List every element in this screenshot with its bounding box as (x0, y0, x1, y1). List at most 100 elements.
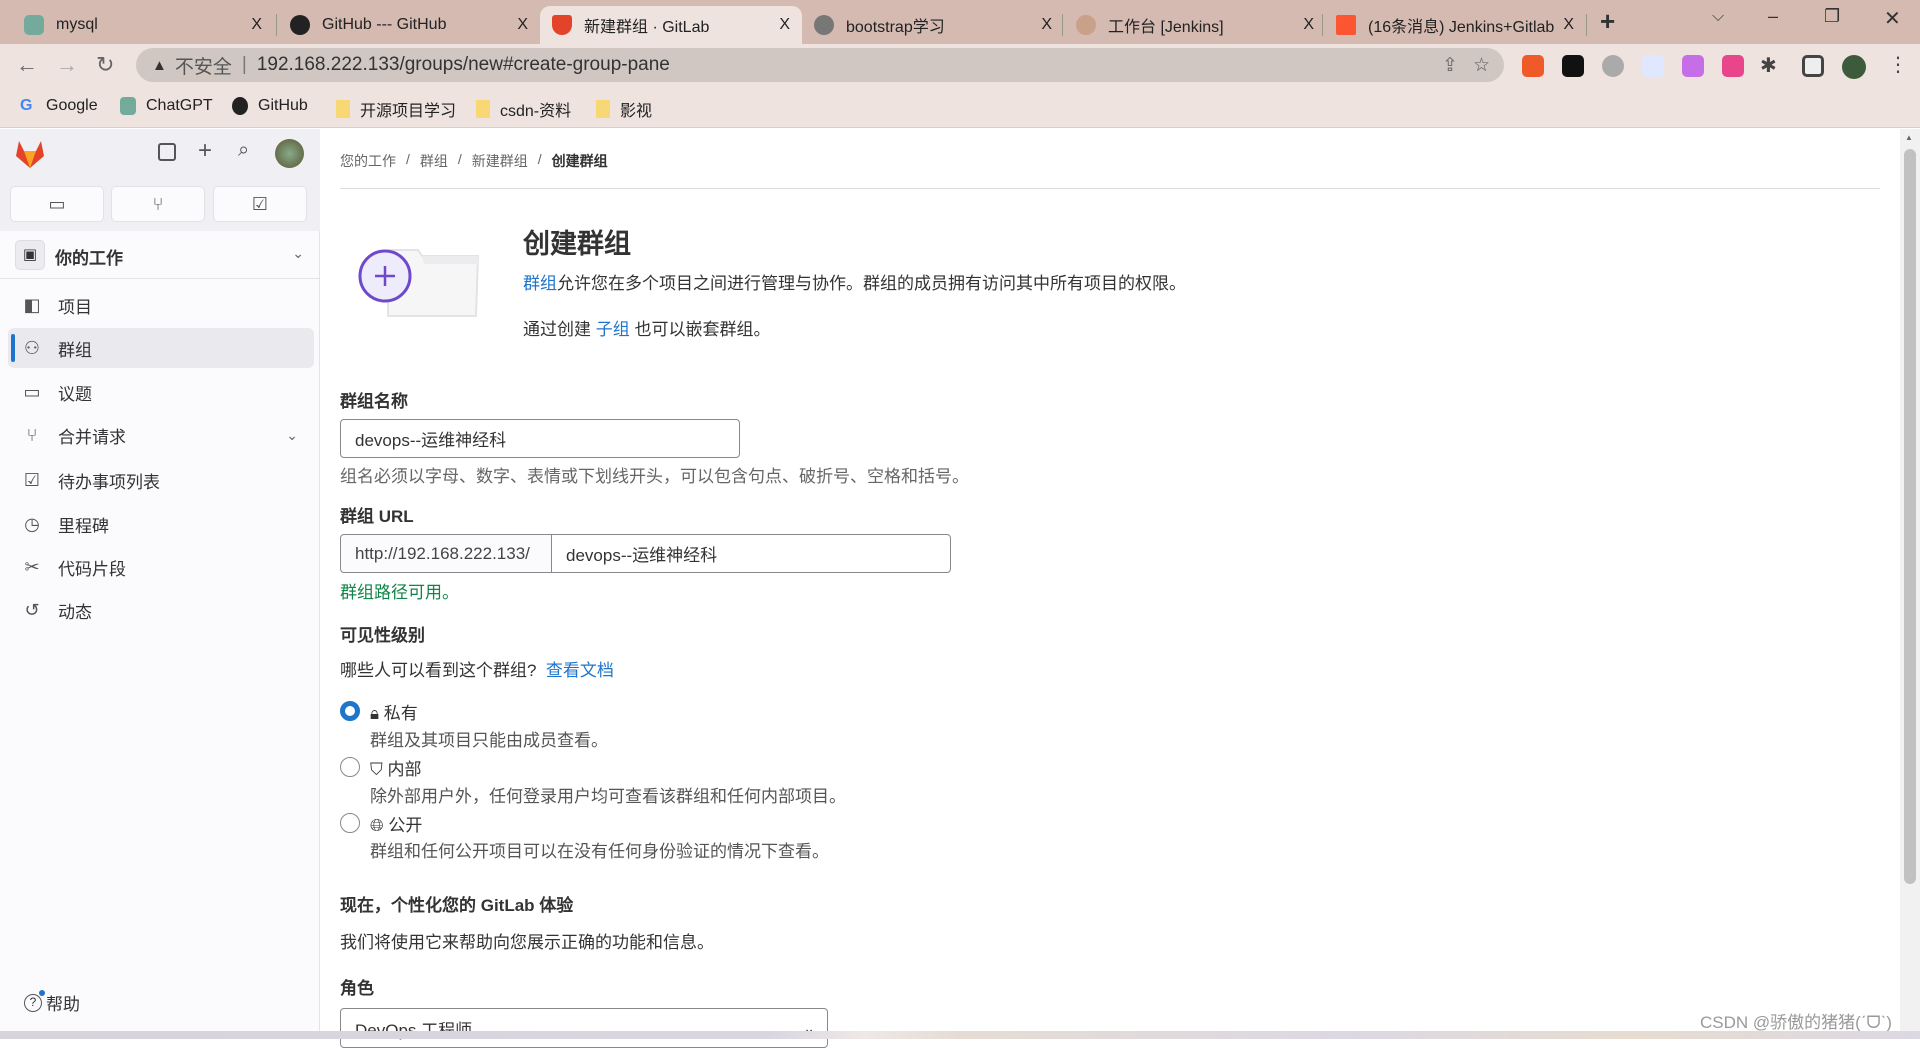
minimize-button[interactable]: – (1768, 6, 1778, 27)
extension-icon[interactable] (1682, 55, 1704, 77)
menu-kebab-icon[interactable]: ⋮ (1888, 52, 1908, 77)
profile-avatar[interactable] (1842, 55, 1866, 79)
tab-search-icon[interactable]: ⌵ (1712, 8, 1724, 26)
breadcrumb-item[interactable]: 您的工作 (340, 151, 396, 171)
tab-close-button[interactable]: X (517, 16, 528, 34)
restore-button[interactable]: ❐ (1824, 6, 1840, 27)
visibility-public-radio[interactable] (340, 813, 360, 833)
gitlab-icon (552, 15, 572, 35)
visibility-private-radio[interactable] (340, 701, 360, 721)
extension-icon[interactable] (1562, 55, 1584, 77)
close-window-button[interactable]: ✕ (1884, 6, 1901, 31)
bookmark-github[interactable]: GitHub (232, 97, 308, 115)
visibility-public-desc: 群组和任何公开项目可以在没有任何身份验证的情况下查看。 (370, 842, 829, 861)
security-label[interactable]: 不安全 (175, 52, 232, 79)
bookmark-folder-video[interactable]: 影视 (596, 97, 652, 121)
tab-title: GitHub --- GitHub (322, 16, 447, 33)
globe-icon: 🌐︎ (370, 816, 384, 835)
extensions-puzzle-icon[interactable]: ✱ (1760, 53, 1777, 78)
folder-icon (476, 100, 490, 118)
help-icon: ? (24, 989, 45, 1012)
browser-tab-bar: mysql X GitHub --- GitHub X 新建群组 · GitLab X… (0, 0, 1920, 44)
scrollbar-thumb[interactable] (1904, 149, 1916, 884)
sidebar-item-milestones[interactable]: ◷ 里程碑 (8, 504, 314, 544)
role-select[interactable]: DevOps 工程师 ⌄ (340, 1008, 828, 1048)
tab-csdn[interactable]: (16条消息) Jenkins+Gitlab X (1324, 6, 1586, 44)
todos-button[interactable]: ☑ (213, 186, 307, 222)
tab-gitlab[interactable]: 新建群组 · GitLab X (540, 6, 802, 44)
tab-github[interactable]: GitHub --- GitHub X (278, 6, 540, 44)
gitlab-logo-icon[interactable] (14, 139, 46, 169)
subgroup-link[interactable]: 子组 (596, 320, 630, 339)
group-path-input[interactable]: devops--运维神经科 (551, 534, 951, 573)
sidebar-item-todos[interactable]: ☑ 待办事项列表 (8, 460, 314, 500)
share-icon[interactable]: ⇪ (1442, 54, 1458, 77)
snippet-icon: ✂ (24, 557, 40, 577)
visibility-internal-radio[interactable] (340, 757, 360, 777)
visibility-public-label[interactable]: 🌐︎ 公开 (370, 811, 422, 836)
project-icon: ◧ (23, 295, 41, 315)
create-new-icon[interactable]: + (198, 137, 212, 165)
tab-title: 工作台 [Jenkins] (1108, 19, 1224, 36)
bookmark-folder-opensource[interactable]: 开源项目学习 (336, 97, 456, 121)
extension-icon[interactable] (1642, 55, 1664, 77)
warning-icon: ▲ (152, 56, 167, 74)
view-docs-link[interactable]: 查看文档 (546, 661, 614, 680)
groups-help-link[interactable]: 群组 (523, 274, 557, 293)
sidebar-item-activity[interactable]: ↺ 动态 (8, 590, 314, 630)
page-scrollbar[interactable]: ▲ (1900, 129, 1920, 1031)
merge-request-icon: ⑂ (26, 425, 38, 445)
forward-button[interactable]: → (56, 52, 78, 78)
merge-requests-button[interactable]: ⑂ (111, 186, 205, 222)
reload-button[interactable]: ↻ (96, 52, 114, 78)
visibility-internal-desc: 除外部用户外，任何登录用户均可查看该群组和任何内部项目。 (370, 787, 846, 806)
bookmark-google[interactable]: G Google (20, 97, 98, 115)
sidebar-item-issues[interactable]: ▭ 议题 (8, 372, 314, 412)
context-switcher[interactable]: ▣ 你的工作 ⌄ (0, 231, 320, 279)
help-button[interactable]: ? 帮助 (24, 989, 80, 1015)
bookmark-star-icon[interactable]: ☆ (1473, 54, 1490, 77)
history-icon: ↺ (24, 600, 40, 620)
back-button[interactable]: ← (16, 52, 38, 78)
tab-close-button[interactable]: X (1563, 16, 1574, 34)
sidebar-item-merge-requests[interactable]: ⑂ 合并请求 ⌄ (8, 415, 314, 455)
breadcrumb-item[interactable]: 新建群组 (472, 151, 528, 171)
collapse-sidebar-icon[interactable] (158, 143, 176, 161)
bookmark-chatgpt[interactable]: ChatGPT (120, 97, 213, 115)
tab-close-button[interactable]: X (1303, 16, 1314, 34)
user-avatar[interactable] (275, 139, 304, 168)
tab-close-button[interactable]: X (1041, 16, 1052, 34)
tab-close-button[interactable]: X (779, 16, 790, 34)
taskbar-strip (0, 1031, 1920, 1039)
context-title: 你的工作 (55, 249, 123, 268)
group-url-prefix: http://192.168.222.133/ (340, 534, 552, 573)
new-tab-button[interactable]: + (1600, 6, 1615, 37)
visibility-internal-label[interactable]: ⛉ 内部 (370, 755, 421, 780)
visibility-private-label[interactable]: 🔒︎ 私有 (370, 699, 418, 724)
shield-icon: ⛉ (370, 760, 383, 779)
github-icon (232, 97, 248, 115)
issues-button[interactable]: ▭ (10, 186, 104, 222)
chatgpt-icon (120, 97, 136, 115)
group-name-input[interactable]: devops--运维神经科 (340, 419, 740, 458)
sidebar-item-snippets[interactable]: ✂ 代码片段 (8, 547, 314, 587)
tab-mysql[interactable]: mysql X (12, 6, 274, 44)
side-panel-icon[interactable] (1802, 55, 1824, 77)
tab-close-button[interactable]: X (251, 16, 262, 34)
url-bar[interactable]: ▲ 不安全 | 192.168.222.133/groups/new#creat… (136, 48, 1504, 82)
chatgpt-icon (24, 15, 44, 35)
group-icon: ⚇ (23, 338, 41, 358)
breadcrumb-item[interactable]: 群组 (420, 151, 448, 171)
tab-bootstrap[interactable]: bootstrap学习 X (802, 6, 1064, 44)
personalize-title: 现在，个性化您的 GitLab 体验 (340, 896, 574, 915)
extension-icon[interactable] (1602, 55, 1624, 77)
issues-icon: ▭ (48, 193, 66, 214)
bookmark-folder-csdn[interactable]: csdn-资料 (476, 97, 571, 121)
sidebar-item-groups[interactable]: ⚇ 群组 (8, 328, 314, 368)
search-icon[interactable]: ⌕ (238, 139, 249, 162)
extension-icon[interactable] (1522, 55, 1544, 77)
sidebar-item-projects[interactable]: ◧ 项目 (8, 285, 314, 325)
url-text[interactable]: 192.168.222.133/groups/new#create-group-… (257, 54, 670, 76)
tab-jenkins[interactable]: 工作台 [Jenkins] X (1064, 6, 1326, 44)
translate-icon[interactable] (1722, 55, 1744, 77)
